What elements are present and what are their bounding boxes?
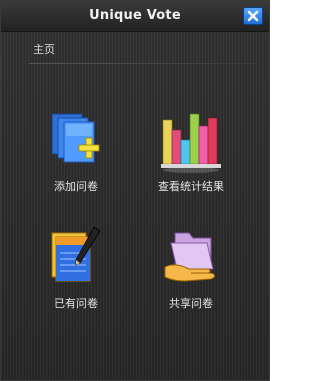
app-title: Unique Vote — [89, 8, 181, 23]
existing-surveys-label: 已有问卷 — [54, 297, 98, 310]
add-survey-icon — [46, 106, 106, 174]
divider — [29, 63, 259, 64]
view-results-button[interactable]: 查看统计结果 — [136, 106, 246, 206]
share-survey-label: 共享问卷 — [169, 297, 213, 310]
shared-folder-icon — [161, 223, 221, 291]
add-survey-button[interactable]: 添加问卷 — [21, 106, 131, 206]
title-bar: Unique Vote — [1, 1, 269, 32]
existing-surveys-button[interactable]: 已有问卷 — [21, 223, 131, 323]
close-icon — [247, 10, 259, 22]
close-button[interactable] — [243, 7, 263, 25]
app-window: Unique Vote 主页 添加问卷 查看统计结果 已有问卷 共享问卷 — [0, 0, 270, 381]
bar-chart-icon — [161, 106, 221, 174]
view-results-label: 查看统计结果 — [158, 180, 224, 193]
notepad-pen-icon — [46, 223, 106, 291]
share-survey-button[interactable]: 共享问卷 — [136, 223, 246, 323]
add-survey-label: 添加问卷 — [54, 180, 98, 193]
breadcrumb-home: 主页 — [33, 43, 55, 56]
